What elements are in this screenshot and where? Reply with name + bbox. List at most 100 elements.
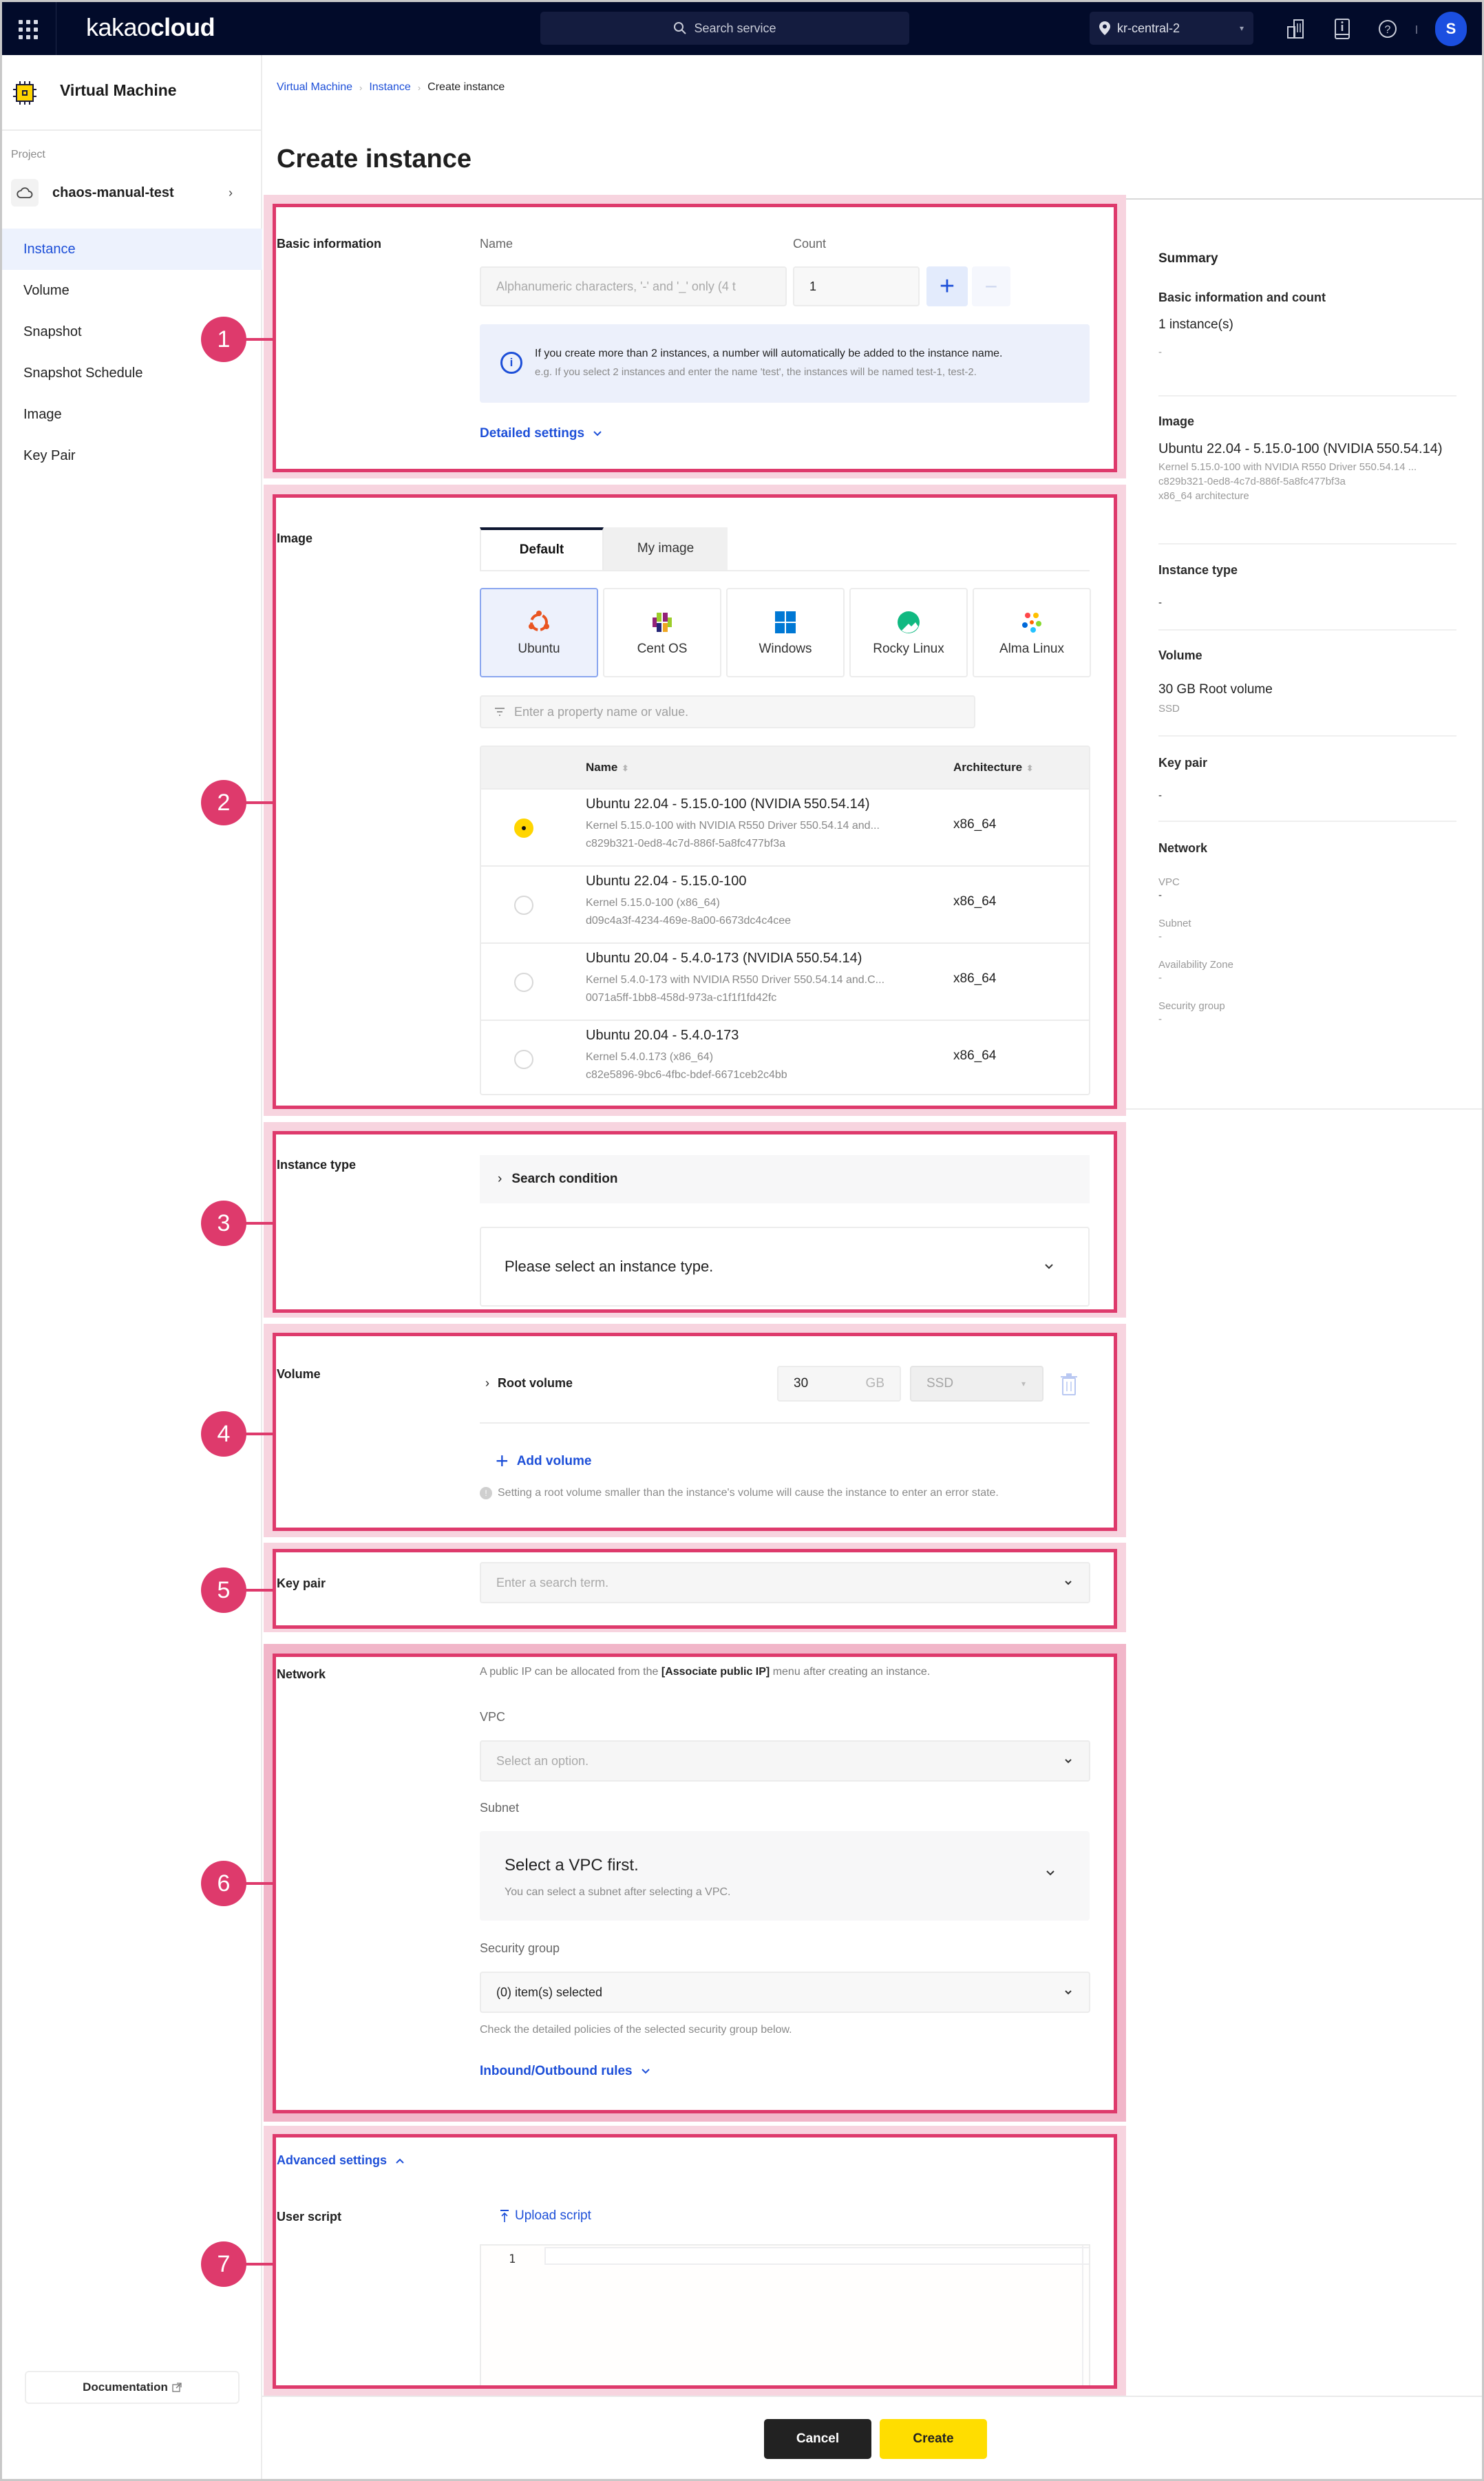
image-row[interactable]: Ubuntu 22.04 - 5.15.0-100 Kernel 5.15.0-… — [481, 865, 1089, 942]
sidebar-item-key-pair[interactable]: Key Pair — [2, 435, 262, 476]
volume-note-text: Setting a root volume smaller than the i… — [498, 1487, 999, 1499]
summary-network: Network VPC - Subnet - Availability Zone… — [1158, 841, 1456, 1025]
service-search-input[interactable]: Search service — [540, 12, 909, 45]
image-name: Ubuntu 20.04 - 5.4.0-173 (NVIDIA 550.54.… — [586, 951, 862, 966]
image-row[interactable]: Ubuntu 22.04 - 5.15.0-100 (NVIDIA 550.54… — [481, 788, 1089, 865]
help-icon[interactable]: ? — [1376, 17, 1399, 41]
image-radio[interactable] — [514, 1050, 533, 1069]
os-option-rocky-linux[interactable]: Rocky Linux — [849, 588, 968, 677]
topbar-separator — [1416, 25, 1417, 34]
os-option-alma-linux[interactable]: Alma Linux — [973, 588, 1091, 677]
breadcrumb-virtual-machine[interactable]: Virtual Machine — [277, 81, 352, 94]
security-group-help: Check the detailed policies of the selec… — [480, 2024, 792, 2036]
step-marker-6: 6 — [201, 1861, 246, 1906]
image-name: Ubuntu 20.04 - 5.4.0-173 — [586, 1028, 739, 1043]
count-input[interactable]: 1 — [793, 266, 920, 306]
image-radio[interactable] — [514, 973, 533, 992]
image-row[interactable]: Ubuntu 20.04 - 5.4.0-173 (NVIDIA 550.54.… — [481, 942, 1089, 1020]
os-option-ubuntu[interactable]: Ubuntu — [480, 588, 598, 677]
detailed-settings-toggle[interactable]: Detailed settings — [480, 426, 602, 441]
add-volume-button[interactable]: + Add volume — [496, 1448, 591, 1474]
rocky-linux-logo-icon — [898, 611, 920, 633]
summary-volume: Volume 30 GB Root volume SSD — [1158, 648, 1456, 715]
info-book-icon[interactable] — [1331, 17, 1354, 41]
basic-information-label: Basic information — [277, 237, 382, 251]
sidebar: Virtual Machine Project chaos-manual-tes… — [2, 55, 262, 2479]
image-filter-input[interactable]: Enter a property name or value. — [480, 695, 975, 728]
top-navigation-bar: kakaocloud Search service kr-central-2 ▾… — [0, 0, 1484, 57]
root-volume-toggle[interactable]: › Root volume — [485, 1376, 573, 1391]
image-row[interactable]: Ubuntu 20.04 - 5.4.0-173 Kernel 5.4.0.17… — [481, 1020, 1089, 1094]
cancel-button[interactable]: Cancel — [764, 2419, 871, 2459]
summary-security-group-label: Security group — [1158, 1000, 1225, 1012]
volume-size-unit: GB — [865, 1376, 884, 1391]
sidebar-item-volume[interactable]: Volume — [2, 270, 262, 311]
image-radio-selected[interactable] — [514, 819, 533, 838]
search-condition-toggle[interactable]: › Search condition — [480, 1155, 1090, 1203]
summary-bottom-divider — [1126, 1108, 1482, 1110]
upload-script-label: Upload script — [515, 2208, 591, 2223]
chevron-down-icon: ▾ — [1021, 1379, 1026, 1389]
image-name: Ubuntu 22.04 - 5.15.0-100 — [586, 874, 747, 889]
decrement-count-button[interactable]: − — [972, 266, 1010, 306]
count-value: 1 — [809, 279, 817, 293]
image-radio[interactable] — [514, 896, 533, 915]
summary-basic-detail: - — [1158, 346, 1162, 358]
vpc-label: VPC — [480, 1710, 506, 1724]
instance-name-info-box: i If you create more than 2 instances, a… — [480, 324, 1090, 403]
tab-my-image[interactable]: My image — [604, 527, 728, 570]
root-volume-size-input[interactable]: 30 GB — [777, 1366, 901, 1402]
image-id: 0071a5ff-1bb8-458d-973a-c1f1f1fd42fc — [586, 992, 777, 1004]
summary-image-id: c829b321-0ed8-4c7d-886f-5a8fc477bf3a — [1158, 476, 1346, 487]
step-marker-5: 5 — [201, 1567, 246, 1613]
sidebar-item-instance[interactable]: Instance — [2, 229, 262, 270]
image-description: Kernel 5.4.0-173 with NVIDIA R550 Driver… — [586, 974, 885, 986]
root-volume-type-select[interactable]: SSD ▾ — [910, 1366, 1043, 1402]
advanced-settings-label-column — [276, 2244, 480, 2385]
advanced-settings-toggle[interactable]: Advanced settings — [277, 2153, 405, 2168]
os-option-label: Cent OS — [637, 642, 688, 656]
os-option-centos[interactable]: Cent OS — [603, 588, 721, 677]
summary-subnet-label: Subnet — [1158, 918, 1191, 929]
os-option-windows[interactable]: Windows — [726, 588, 845, 677]
key-pair-select[interactable]: Enter a search term. — [480, 1562, 1090, 1603]
summary-security-group-value: - — [1158, 1013, 1162, 1025]
column-architecture[interactable]: Architecture ⬍ — [953, 761, 1033, 774]
upload-script-button[interactable]: Upload script — [500, 2208, 591, 2224]
breadcrumb-instance[interactable]: Instance — [369, 81, 410, 94]
chevron-right-icon: › — [229, 185, 233, 200]
app-grid-icon[interactable] — [16, 17, 41, 42]
tab-default[interactable]: Default — [480, 527, 604, 570]
footer-divider — [262, 2396, 1482, 2397]
organization-icon[interactable] — [1284, 17, 1307, 41]
subnet-select[interactable]: Select a VPC first. You can select a sub… — [480, 1831, 1090, 1921]
column-name-label: Name — [586, 761, 618, 774]
create-button[interactable]: Create — [880, 2419, 987, 2459]
project-selector[interactable]: chaos-manual-test › — [11, 178, 252, 208]
breadcrumb-separator-icon: › — [359, 82, 363, 93]
filter-icon — [495, 708, 505, 716]
instance-type-select[interactable]: Please select an instance type. — [480, 1227, 1090, 1307]
documentation-button[interactable]: Documentation — [25, 2371, 240, 2404]
vpc-select[interactable]: Select an option. — [480, 1740, 1090, 1782]
info-line-1: If you create more than 2 instances, a n… — [535, 348, 1003, 359]
increment-count-button[interactable]: + — [926, 266, 968, 306]
rules-link-label: Inbound/Outbound rules — [480, 2064, 633, 2078]
inbound-outbound-rules-toggle[interactable]: Inbound/Outbound rules — [480, 2064, 650, 2079]
user-avatar[interactable]: S — [1435, 12, 1467, 46]
summary-instance-type-value: - — [1158, 597, 1162, 609]
column-name[interactable]: Name ⬍ — [586, 761, 628, 774]
kakaocloud-logo[interactable]: kakaocloud — [86, 13, 215, 42]
security-group-select[interactable]: (0) item(s) selected — [480, 1972, 1090, 2013]
trash-icon[interactable] — [1060, 1373, 1078, 1396]
cpu-chip-icon — [13, 81, 36, 105]
logo-text-light: kakao — [86, 13, 151, 41]
instance-name-input[interactable]: Alphanumeric characters, '-' and '_' onl… — [480, 266, 787, 306]
sidebar-header: Virtual Machine — [2, 55, 262, 131]
subnet-label: Subnet — [480, 1801, 520, 1815]
sidebar-item-image[interactable]: Image — [2, 394, 262, 435]
summary-basic-info: Basic information and count 1 instance(s… — [1158, 291, 1456, 358]
summary-divider — [1158, 543, 1456, 545]
image-description: Kernel 5.15.0-100 with NVIDIA R550 Drive… — [586, 820, 880, 832]
region-selector[interactable]: kr-central-2 ▾ — [1090, 12, 1253, 45]
